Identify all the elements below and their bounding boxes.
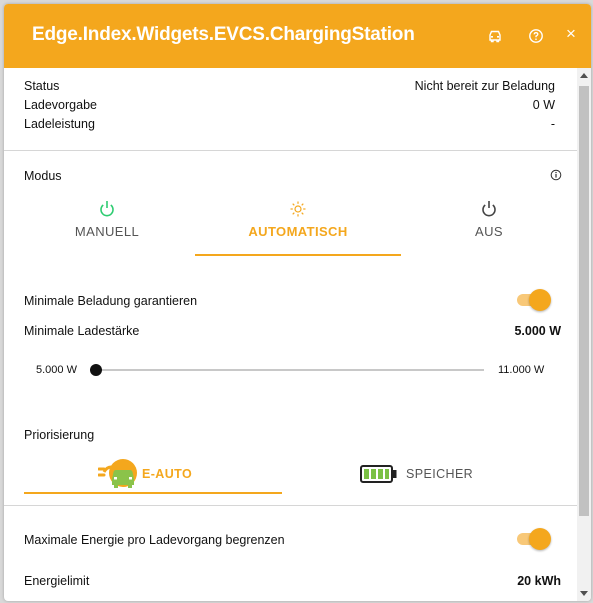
tab-automatisch-label: AUTOMATISCH [248, 224, 348, 239]
scroll-thumb[interactable] [579, 86, 589, 516]
divider [4, 505, 577, 506]
car-icon[interactable] [487, 28, 503, 44]
tab-aus-label: AUS [475, 224, 503, 239]
ladevorgabe-value: 0 W [532, 98, 555, 112]
mode-label: Modus [24, 169, 62, 183]
energy-limit-label: Energielimit [24, 574, 90, 588]
info-icon[interactable] [550, 168, 562, 186]
slider-track[interactable] [97, 369, 484, 371]
ladeleistung-label: Ladeleistung [24, 117, 95, 131]
tab-manuell[interactable]: MANUELL [4, 198, 210, 256]
active-tab-indicator [195, 254, 401, 256]
divider [4, 150, 577, 151]
scrollbar[interactable] [577, 68, 591, 601]
tab-automatisch[interactable]: AUTOMATISCH [195, 198, 401, 256]
tab-speicher[interactable]: SPEICHER [282, 452, 540, 494]
sun-icon [290, 201, 306, 217]
minimum-charge-toggle[interactable] [515, 289, 551, 311]
energy-limit-toggle[interactable] [515, 528, 551, 550]
tab-manuell-label: MANUELL [74, 224, 140, 239]
power-icon [482, 201, 496, 217]
scroll-down-arrow[interactable] [580, 591, 588, 596]
status-value: Nicht bereit zur Beladung [414, 79, 555, 93]
energy-limit-toggle-label: Maximale Energie pro Ladevorgang begrenz… [24, 533, 285, 547]
min-strength-value: 5.000 W [514, 324, 561, 338]
scroll-up-arrow[interactable] [580, 73, 588, 78]
minimum-charge-label: Minimale Beladung garantieren [24, 294, 198, 308]
energy-limit-value: 20 kWh [517, 574, 561, 588]
status-label: Status [24, 79, 60, 93]
min-strength-label: Minimale Ladestärke [24, 324, 140, 338]
help-icon[interactable] [528, 28, 544, 44]
ladeleistung-value: - [550, 117, 555, 131]
tab-speicher-label: SPEICHER [406, 467, 474, 481]
active-tab-indicator [24, 492, 282, 494]
modal-header: Edge.Index.Widgets.EVCS.ChargingStation … [4, 4, 591, 68]
slider-min-label: 5.000 W [36, 364, 77, 376]
modal-title: Edge.Index.Widgets.EVCS.ChargingStation [32, 24, 415, 45]
modal-content: Status Nicht bereit zur Beladung Ladevor… [4, 68, 577, 601]
priority-label: Priorisierung [24, 428, 95, 442]
slider-max-label: 11.000 W [498, 364, 545, 376]
tab-aus[interactable]: AUS [386, 198, 577, 256]
slider-knob[interactable] [90, 364, 102, 376]
tab-e-auto-label: E-AUTO [142, 467, 193, 481]
battery-icon [360, 465, 400, 488]
tab-e-auto[interactable]: E-AUTO [24, 452, 282, 494]
power-icon [100, 201, 114, 217]
ladevorgabe-label: Ladevorgabe [24, 98, 97, 112]
close-icon[interactable]: × [566, 25, 582, 43]
ev-car-icon [97, 455, 138, 496]
charging-station-modal: Edge.Index.Widgets.EVCS.ChargingStation … [4, 4, 591, 601]
